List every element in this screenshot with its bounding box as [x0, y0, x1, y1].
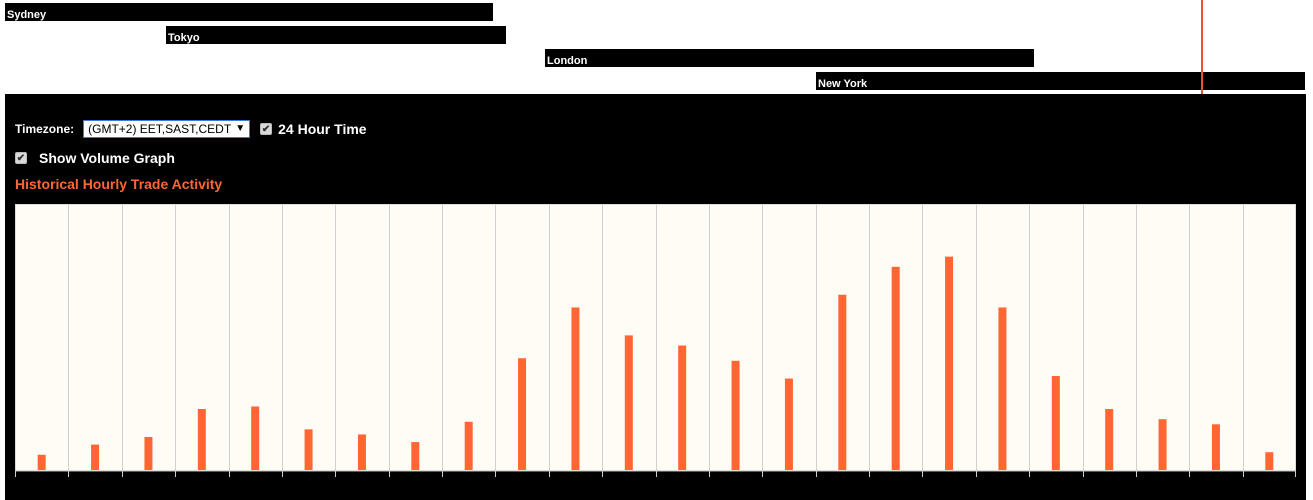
volume-bar-hour-2 [144, 436, 153, 470]
volume-bar-hour-9 [518, 358, 527, 470]
volume-bar-hour-12 [678, 345, 687, 470]
volume-bar-hour-1 [91, 444, 100, 470]
volume-bar-hour-23 [1265, 452, 1274, 470]
volume-bar-hour-19 [1051, 376, 1060, 470]
volume-bar-hour-4 [251, 406, 260, 470]
session-label-sydney: Sydney [7, 9, 47, 21]
current-time-line [1201, 0, 1203, 94]
timezone-selected-value: (GMT+2) EET,SAST,CEDT [88, 122, 232, 136]
volume-bar-hour-14 [784, 378, 793, 470]
volume-bar-hour-11 [624, 335, 633, 470]
volume-bar-hour-17 [945, 256, 954, 470]
volume-bar-hour-15 [838, 294, 847, 470]
volume-bar-hour-3 [197, 409, 206, 470]
hour24-label: 24 Hour Time [278, 121, 367, 137]
session-bar-sydney: Sydney [5, 3, 493, 21]
volume-bar-hour-5 [304, 429, 313, 470]
volume-bar-hour-21 [1158, 419, 1167, 470]
volume-bar-hour-18 [998, 307, 1007, 470]
timezone-select[interactable]: (GMT+2) EET,SAST,CEDT ▼ [83, 120, 251, 138]
volume-bar-hour-0 [37, 454, 46, 470]
volume-bar-hour-7 [411, 442, 420, 470]
timezone-label: Timezone: [15, 122, 75, 136]
trade-activity-panel: Timezone: (GMT+2) EET,SAST,CEDT ▼ ✔ 24 H… [5, 94, 1306, 500]
volume-bar-hour-22 [1211, 424, 1220, 470]
volume-bar-hour-8 [464, 421, 473, 470]
volume-checkbox[interactable]: ✔ [15, 152, 27, 164]
session-bar-new-york: New York [816, 72, 1305, 90]
volume-row: ✔ Show Volume Graph [15, 150, 175, 166]
volume-bar-hour-20 [1105, 409, 1114, 470]
hour24-checkbox[interactable]: ✔ [260, 123, 273, 135]
session-bar-london: London [545, 49, 1034, 67]
volume-bar-hour-16 [891, 266, 900, 470]
volume-bar-hour-13 [731, 360, 740, 470]
session-label-london: London [547, 55, 588, 67]
plot-area [15, 204, 1296, 472]
timezone-row: Timezone: (GMT+2) EET,SAST,CEDT ▼ ✔ 24 H… [15, 120, 367, 138]
volume-bar-hour-6 [357, 434, 366, 470]
session-bar-tokyo: Tokyo [166, 26, 506, 44]
volume-label: Show Volume Graph [39, 150, 175, 166]
chart-title: Historical Hourly Trade Activity [15, 176, 223, 192]
volume-bar-hour-10 [571, 307, 580, 470]
volume-chart [15, 204, 1296, 477]
dropdown-arrow-icon: ▼ [235, 123, 246, 134]
session-label-new-york: New York [818, 78, 868, 90]
session-label-tokyo: Tokyo [168, 32, 200, 44]
